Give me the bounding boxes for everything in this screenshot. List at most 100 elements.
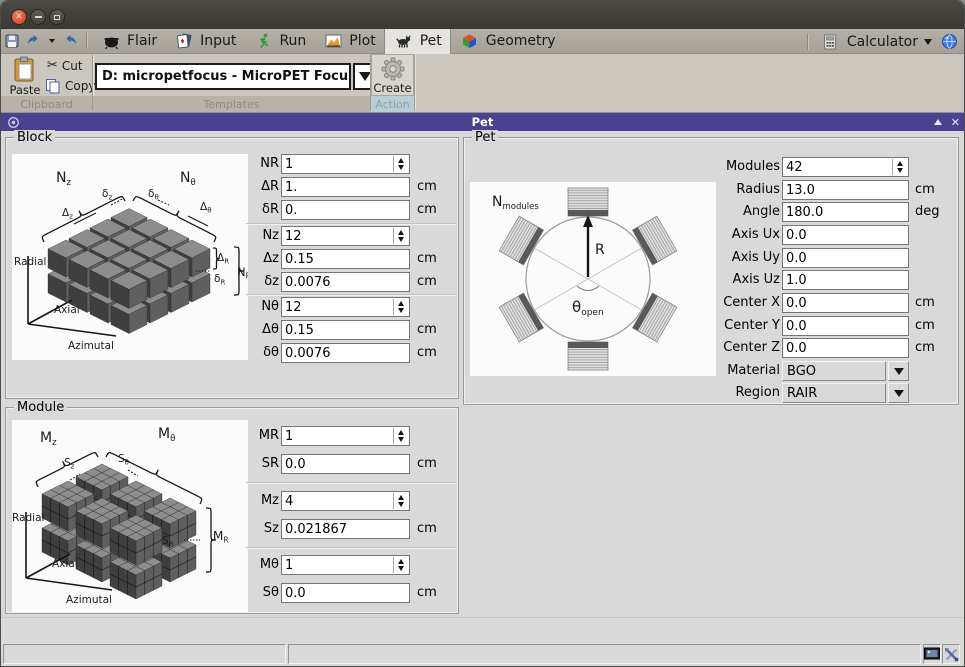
nr-spinbox[interactable]: 1 — [281, 154, 410, 174]
angle-entry[interactable]: 180.0 — [782, 202, 909, 222]
delta-theta-entry[interactable]: 0.15 — [281, 320, 410, 340]
tab-pet[interactable]: Pet — [384, 29, 451, 54]
field-label: SR — [152, 454, 279, 474]
calculator-dropdown-caret[interactable] — [924, 39, 932, 45]
cut-button[interactable]: ✂ Cut — [47, 58, 83, 73]
status-bar — [1, 642, 964, 667]
mz-spinbox[interactable]: 4 — [281, 491, 410, 511]
field-label: δz — [152, 272, 279, 292]
delta-z-entry[interactable]: 0.15 — [281, 249, 410, 269]
mtheta-spinbox[interactable]: 1 — [281, 555, 410, 575]
spinner-arrows[interactable] — [393, 299, 408, 315]
action-group-label: Action — [371, 96, 414, 112]
small-delta-z-entry[interactable]: 0.0076 — [281, 272, 410, 292]
center-x-entry[interactable]: 0.0 — [782, 293, 909, 313]
modules-spinbox[interactable]: 42 — [782, 157, 909, 177]
maximize-button[interactable] — [49, 9, 65, 25]
field-label: Axis Uy — [690, 248, 780, 268]
sz-entry[interactable]: 0.021867 — [281, 519, 410, 539]
template-combobox[interactable]: D: micropetfocus - MicroPET Focus220, Si… — [95, 63, 351, 90]
tab-label: Run — [279, 33, 306, 49]
tab-label: Input — [200, 33, 236, 49]
svg-text:Azimutal: Azimutal — [66, 594, 112, 606]
calculator-icon — [821, 33, 839, 51]
delta-r-entry[interactable]: 1. — [281, 177, 410, 197]
tab-plot[interactable]: Plot — [314, 29, 383, 54]
field-label: Radius — [690, 180, 780, 200]
window-titlebar[interactable]: ✕ — [1, 1, 964, 29]
field-label: Material — [690, 361, 780, 381]
axis-ux-entry[interactable]: 0.0 — [782, 225, 909, 245]
stheta-entry[interactable]: 0.0 — [281, 583, 410, 603]
scissors-icon: ✂ — [47, 58, 58, 73]
unit-label: cm — [915, 180, 935, 200]
field-label: δθ — [152, 343, 279, 363]
nz-spinbox[interactable]: 12 — [281, 226, 410, 246]
svg-text:Radial: Radial — [14, 256, 46, 268]
globe-icon[interactable] — [940, 33, 958, 51]
spinner-arrows[interactable] — [393, 228, 408, 244]
undo-icon[interactable] — [25, 32, 43, 50]
sr-entry[interactable]: 0.0 — [281, 454, 410, 474]
small-delta-r-entry[interactable]: 0. — [281, 200, 410, 220]
field-label: Mz — [152, 491, 279, 511]
svg-text:R: R — [595, 242, 605, 258]
material-dropdown-button[interactable] — [888, 361, 909, 381]
spinner-arrows[interactable] — [393, 428, 408, 444]
mr-spinbox[interactable]: 1 — [281, 426, 410, 446]
calculator-menu[interactable]: Calculator — [847, 34, 918, 50]
svg-text:Mz: Mz — [40, 430, 57, 448]
pet-frame-title: Pet — [472, 130, 498, 145]
geometry-cube-icon — [461, 32, 479, 50]
unit-label: cm — [417, 583, 437, 603]
region-dropdown-button[interactable] — [888, 383, 909, 403]
ntheta-spinbox[interactable]: 12 — [281, 297, 410, 317]
svg-text:δz: δz — [102, 188, 112, 202]
pet-panel-titlebar[interactable]: Pet ✕ — [1, 113, 964, 131]
field-label: Mθ — [152, 555, 279, 575]
block-frame-title: Block — [14, 130, 55, 145]
tab-flair[interactable]: Flair — [92, 29, 165, 54]
undo-history-caret[interactable] — [47, 32, 57, 50]
spinner-arrows[interactable] — [393, 156, 408, 172]
toolbar-tab-bar: Flair Input Run Plot Pet — [1, 29, 964, 54]
panel-close-button[interactable]: ✕ — [951, 117, 960, 128]
field-label: Center X — [690, 293, 780, 313]
spinner-arrows[interactable] — [393, 493, 408, 509]
center-z-entry[interactable]: 0.0 — [782, 338, 909, 358]
save-icon[interactable] — [3, 32, 21, 50]
spinner-arrows[interactable] — [892, 159, 907, 175]
tab-run[interactable]: Run — [244, 29, 314, 54]
radius-entry[interactable]: 13.0 — [782, 180, 909, 200]
redo-icon[interactable] — [61, 32, 79, 50]
gear-icon — [380, 56, 406, 81]
tab-geometry[interactable]: Geometry — [451, 29, 564, 54]
material-optionmenu[interactable]: BGO — [782, 361, 886, 381]
region-optionmenu[interactable]: RAIR — [782, 383, 886, 403]
tab-label: Plot — [349, 33, 375, 49]
axis-uy-entry[interactable]: 0.0 — [782, 248, 909, 268]
center-y-entry[interactable]: 0.0 — [782, 316, 909, 336]
unit-label: cm — [915, 316, 935, 336]
tab-input[interactable]: Input — [165, 29, 244, 54]
svg-text:Axial: Axial — [54, 304, 80, 316]
svg-text:Azimutal: Azimutal — [68, 340, 114, 352]
small-delta-theta-entry[interactable]: 0.0076 — [281, 343, 410, 363]
field-separator — [246, 547, 456, 548]
copy-icon — [45, 78, 61, 94]
copy-label: Copy — [65, 79, 95, 93]
axis-uz-entry[interactable]: 1.0 — [782, 270, 909, 290]
paste-button[interactable]: Paste — [4, 56, 46, 97]
panel-collapse-button[interactable] — [934, 119, 942, 125]
copy-button[interactable]: Copy — [45, 78, 95, 94]
field-label: Center Z — [690, 338, 780, 358]
create-button[interactable]: Create — [371, 54, 414, 96]
field-label: ΔR — [152, 177, 279, 197]
spinner-arrows[interactable] — [393, 557, 408, 573]
display-capture-icon[interactable] — [923, 644, 941, 664]
minimize-button[interactable] — [30, 9, 46, 25]
tools-icon[interactable] — [942, 644, 960, 664]
close-button[interactable]: ✕ — [11, 9, 27, 25]
application-window: ✕ Flair Input — [0, 0, 965, 667]
pet-ring-illustration: Nmodules R θopen — [470, 182, 716, 376]
